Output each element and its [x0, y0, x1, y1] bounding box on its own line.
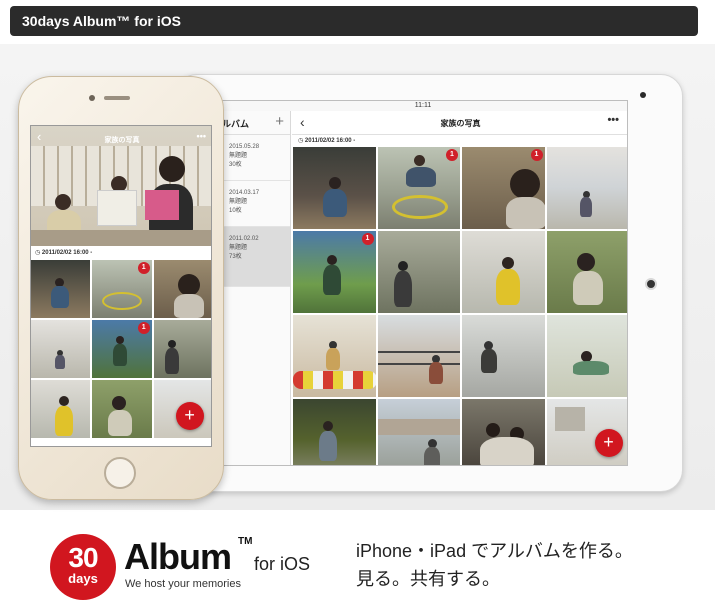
iphone-photo-grid: 1 1 +	[31, 260, 211, 446]
photo-thumbnail[interactable]	[293, 315, 376, 397]
photo-thumbnail[interactable]	[153, 260, 211, 318]
photo-thumbnail[interactable]: 1	[377, 147, 460, 229]
photo-thumbnail[interactable]: 1	[92, 320, 152, 378]
photo-thumbnail[interactable]: +	[546, 399, 627, 465]
ipad-status-time: 11:11	[219, 101, 627, 111]
photo-thumbnail[interactable]	[293, 399, 376, 465]
ipad-camera	[640, 92, 646, 98]
photo-thumbnail[interactable]	[377, 231, 460, 313]
iphone-home-button	[104, 457, 136, 489]
more-icon[interactable]: •••	[197, 131, 206, 141]
comment-badge: 1	[530, 149, 543, 161]
photo-thumbnail[interactable]: 1	[462, 147, 545, 229]
app-logo-badge: 30 days	[50, 534, 116, 600]
logo-days: days	[68, 571, 98, 586]
photo-thumbnail[interactable]	[153, 320, 211, 378]
photo-thumbnail[interactable]	[462, 231, 545, 313]
photo-date-header: ◷ 2011/02/02 16:00 -	[31, 246, 211, 260]
iphone-nav-bar: ‹ 家族の写真 •••	[31, 126, 211, 150]
photo-thumbnail[interactable]	[293, 147, 376, 229]
album-date: 2015.05.28	[229, 144, 260, 150]
comment-badge: 1	[446, 149, 458, 161]
iphone-speaker	[104, 96, 130, 100]
logo-wordmark: Album	[124, 536, 232, 577]
header-bar: 30days Album™ for iOS	[10, 6, 698, 36]
tagline-line-1: iPhone・iPad でアルバムを作る。	[356, 541, 633, 561]
ipad-album-sidebar: ルバム + 2015.05.28 無題題 30枚 2014.03.17 無題題 …	[219, 111, 291, 465]
comment-badge: 1	[137, 322, 150, 334]
photo-thumbnail[interactable]	[92, 380, 152, 438]
add-album-icon[interactable]: +	[275, 113, 284, 130]
more-icon[interactable]: •••	[607, 114, 619, 126]
add-photo-button[interactable]: +	[175, 402, 204, 430]
album-list-item[interactable]: 2015.05.28 無題題 30枚	[219, 135, 290, 181]
album-list-item[interactable]: 2014.03.17 無題題 10枚	[219, 181, 290, 227]
photo-thumbnail[interactable]	[377, 399, 460, 465]
ipad-nav-bar: ‹ 家族の写真 •••	[292, 111, 627, 135]
ipad-photo-grid: 1 1 1 +	[293, 147, 627, 465]
logo-tagline: We host your memories	[125, 578, 241, 590]
photo-thumbnail[interactable]	[31, 260, 91, 318]
iphone-screen: ‹ 家族の写真 ••• ◷ 2011/02/02 16:00 - 1 1 +	[30, 125, 212, 447]
album-date: 2014.03.17	[229, 190, 260, 196]
header-title: 30days Album™ for iOS	[22, 13, 181, 29]
album-title: 家族の写真	[440, 119, 481, 128]
photo-date-header: ◷ 2011/02/02 16:00 -	[298, 138, 356, 144]
page: 30days Album™ for iOS 11:11 ルバム + 2015.0…	[0, 0, 715, 603]
add-photo-button[interactable]: +	[594, 429, 623, 457]
photo-thumbnail[interactable]	[31, 320, 91, 378]
album-type: 無題題	[229, 199, 248, 205]
photo-thumbnail[interactable]: 1	[293, 231, 376, 313]
photo-thumbnail[interactable]: 1	[92, 260, 152, 318]
album-count: 73枚	[229, 254, 242, 260]
photo-thumbnail[interactable]	[31, 380, 91, 438]
album-type: 無題題	[229, 245, 248, 251]
comment-badge: 1	[137, 262, 150, 274]
album-count: 10枚	[229, 208, 242, 214]
album-count: 30枚	[229, 162, 242, 168]
tagline-line-2: 見る。共有する。	[356, 569, 500, 589]
ipad-album-detail: ‹ 家族の写真 ••• ◷ 2011/02/02 16:00 - 1 1 1 +	[292, 111, 627, 465]
photo-thumbnail[interactable]	[377, 315, 460, 397]
ipad-screen: 11:11 ルバム + 2015.05.28 無題題 30枚 2014.03.1…	[218, 100, 628, 466]
album-date: 2011.02.02	[229, 236, 259, 242]
album-type: 無題題	[229, 153, 248, 159]
ipad-home-button	[645, 278, 657, 290]
photo-thumbnail[interactable]	[546, 147, 627, 229]
album-title: 家族の写真	[104, 137, 140, 144]
logo-trademark: TM	[238, 536, 253, 547]
sidebar-title: ルバム	[222, 119, 250, 129]
logo-platform: for iOS	[254, 554, 311, 574]
photo-thumbnail[interactable]	[462, 315, 545, 397]
photo-thumbnail[interactable]	[546, 231, 627, 313]
japanese-tagline: iPhone・iPad でアルバムを作る。 見る。共有する。	[356, 537, 633, 593]
photo-thumbnail[interactable]	[546, 315, 627, 397]
sidebar-header: ルバム +	[219, 111, 290, 135]
album-list-item-selected[interactable]: 2011.02.02 無題題 73枚	[219, 227, 290, 287]
photo-thumbnail[interactable]	[462, 399, 545, 465]
photo-thumbnail[interactable]: +	[153, 380, 211, 438]
iphone-camera	[89, 95, 95, 101]
logo-number: 30	[68, 542, 98, 573]
comment-badge: 1	[361, 233, 374, 245]
